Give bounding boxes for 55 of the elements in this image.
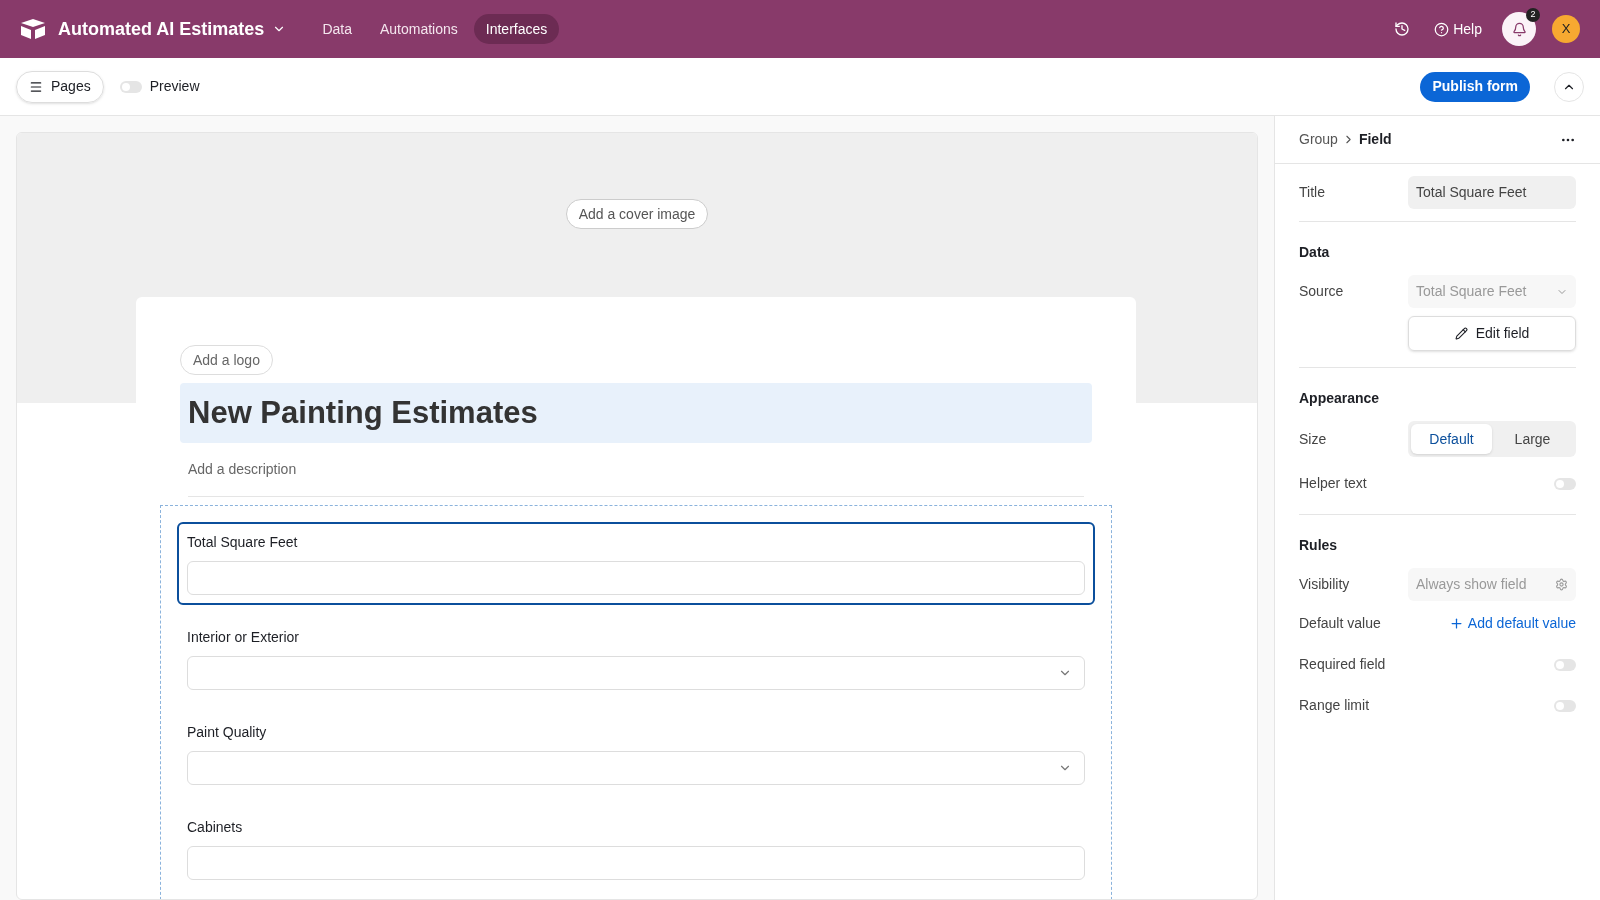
history-icon[interactable]: [1394, 21, 1411, 37]
notification-count: 2: [1526, 8, 1540, 22]
title-field[interactable]: Total Square Feet: [1408, 176, 1576, 209]
data-heading: Data: [1299, 243, 1331, 262]
field-label: Paint Quality: [187, 723, 268, 742]
size-label: Size: [1299, 429, 1327, 449]
form-title[interactable]: New Painting Estimates: [180, 383, 1092, 443]
description-field[interactable]: Add a description: [180, 459, 1092, 480]
toggle-switch[interactable]: [1554, 699, 1576, 712]
avatar[interactable]: X: [1552, 15, 1580, 43]
source-label: Source: [1299, 282, 1344, 301]
form-field[interactable]: Paint Quality: [177, 712, 1095, 795]
gear-icon: [1555, 578, 1568, 591]
notifications-button[interactable]: [1502, 12, 1536, 46]
size-option[interactable]: Large: [1492, 424, 1573, 454]
help-button[interactable]: Help: [1434, 18, 1482, 40]
helper-text-label: Helper text: [1299, 474, 1367, 493]
toggle-switch[interactable]: [1554, 477, 1576, 490]
box-logo-icon: [20, 18, 46, 40]
default-value-label: Default value: [1299, 614, 1381, 633]
bell-icon: [1511, 21, 1527, 37]
field-label: Interior or Exterior: [187, 628, 301, 647]
form-field[interactable]: Interior or Exterior: [177, 617, 1095, 700]
menu-icon: [29, 79, 43, 94]
input-field[interactable]: [187, 561, 1085, 595]
preview-label: Preview: [149, 77, 200, 96]
add-default-value-link[interactable]: Add default value: [1448, 613, 1576, 634]
title-label: Title: [1299, 183, 1325, 202]
breadcrumb-current: Field: [1358, 130, 1392, 149]
setting-label: Required field: [1299, 655, 1386, 674]
add-cover-image-button[interactable]: Add a cover image: [565, 199, 709, 229]
form-field[interactable]: Total Square Feet: [177, 522, 1095, 605]
toggle-switch[interactable]: [119, 80, 142, 93]
field-label: Total Square Feet: [187, 533, 299, 552]
appearance-heading: Appearance: [1299, 389, 1381, 408]
base-name-button[interactable]: Automated AI Estimates: [58, 15, 287, 43]
edit-field-button[interactable]: Edit field: [1408, 316, 1576, 351]
setting-label: Range limit: [1299, 696, 1370, 715]
breadcrumb-parent[interactable]: Group: [1299, 129, 1338, 150]
dropdown-field[interactable]: [187, 656, 1085, 690]
size-option[interactable]: Default: [1411, 424, 1492, 454]
visibility-label: Visibility: [1299, 575, 1350, 594]
toggle-switch[interactable]: [1554, 658, 1576, 671]
publish-form-button[interactable]: Publish form: [1420, 71, 1530, 102]
plus-icon: [1448, 616, 1464, 631]
nav-tab[interactable]: Data: [310, 14, 364, 44]
dropdown-field[interactable]: [187, 751, 1085, 785]
nav-tab[interactable]: Interfaces: [473, 14, 560, 44]
nav-tab[interactable]: Automations: [367, 14, 470, 44]
rules-heading: Rules: [1299, 536, 1339, 555]
pencil-icon: [1454, 327, 1468, 340]
field-label: Cabinets: [187, 818, 244, 837]
help-icon: [1434, 21, 1450, 37]
form-field[interactable]: Cabinets: [177, 807, 1095, 890]
input-field[interactable]: [187, 846, 1085, 880]
